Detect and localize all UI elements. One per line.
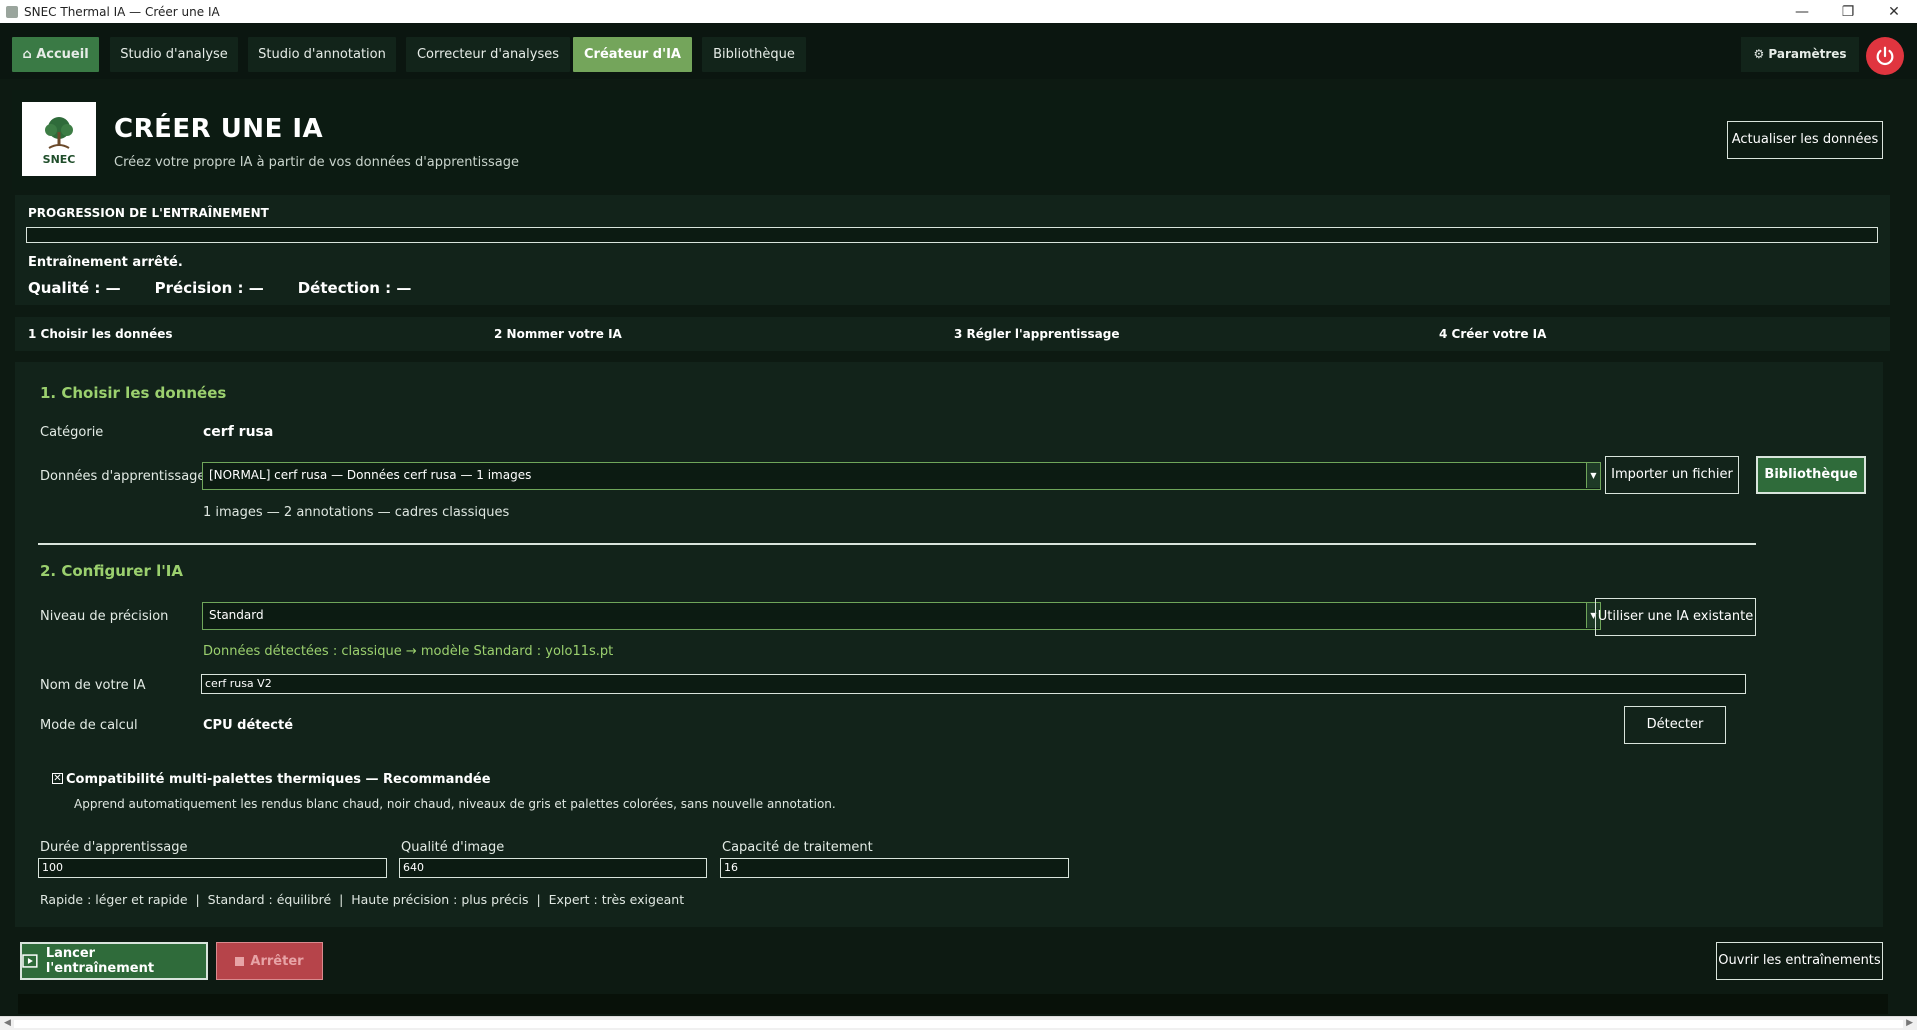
tab-analysis-corrector[interactable]: Correcteur d'analyses — [406, 37, 570, 72]
metric-quality: Qualité : — — [28, 279, 121, 297]
step-tune-training[interactable]: 3 Régler l'apprentissage — [954, 327, 1119, 341]
image-quality-label: Qualité d'image — [401, 840, 505, 855]
training-metrics: Qualité : — Précision : — Détection : — — [28, 279, 411, 297]
scrollbar-thumb[interactable] — [14, 1020, 1903, 1028]
close-icon[interactable]: ✕ — [1871, 4, 1917, 20]
refresh-data-button[interactable]: Actualiser les données — [1727, 121, 1883, 159]
window-titlebar: SNEC Thermal IA — Créer une IA — ❐ ✕ — [0, 0, 1917, 23]
progress-title: PROGRESSION DE L'ENTRAÎNEMENT — [28, 206, 269, 220]
metric-detection: Détection : — — [297, 279, 412, 297]
multipalette-label[interactable]: Compatibilité multi-palettes thermiques … — [66, 772, 491, 787]
app-icon — [6, 5, 18, 18]
bottom-strip — [18, 994, 1888, 1014]
duration-input[interactable]: 100 — [38, 858, 387, 878]
power-button[interactable] — [1866, 37, 1904, 75]
logo-text: SNEC — [42, 152, 76, 166]
stop-training-label: Arrêter — [250, 953, 304, 969]
training-data-label: Données d'apprentissage — [40, 469, 206, 484]
capacity-label: Capacité de traitement — [722, 840, 873, 855]
image-quality-input[interactable]: 640 — [399, 858, 707, 878]
play-icon — [22, 954, 38, 968]
gear-icon: ⚙ — [1753, 47, 1765, 61]
tab-library[interactable]: Bibliothèque — [702, 37, 806, 72]
training-progress-bar — [26, 227, 1878, 243]
training-status: Entraînement arrêté. — [28, 255, 183, 270]
horizontal-scrollbar[interactable]: ◀ ▶ — [0, 1016, 1917, 1030]
window-title: SNEC Thermal IA — Créer une IA — [24, 4, 220, 19]
snec-logo: SNEC — [22, 102, 96, 176]
settings-label: Paramètres — [1768, 47, 1847, 61]
home-icon: ⌂ — [22, 47, 32, 62]
metric-precision: Précision : — — [154, 279, 264, 297]
category-value: cerf rusa — [203, 424, 274, 440]
settings-button[interactable]: ⚙ Paramètres — [1741, 37, 1859, 72]
open-trainings-button[interactable]: Ouvrir les entraînements — [1716, 942, 1883, 980]
restore-icon[interactable]: ❐ — [1825, 4, 1871, 20]
multipalette-checkbox[interactable]: ✕ — [52, 773, 63, 784]
duration-label: Durée d'apprentissage — [40, 840, 188, 855]
wizard-steps: 1 Choisir les données 2 Nommer votre IA … — [15, 317, 1890, 351]
import-file-button[interactable]: Importer un fichier — [1605, 456, 1739, 494]
precision-level-selected: Standard — [209, 608, 264, 622]
step-name-ai[interactable]: 2 Nommer votre IA — [494, 327, 622, 341]
configuration-panel: 1. Choisir les données Catégorie cerf ru… — [15, 362, 1883, 927]
multipalette-description: Apprend automatiquement les rendus blanc… — [74, 797, 836, 811]
tab-home[interactable]: ⌂ Accueil — [12, 37, 99, 72]
tab-annotation-studio[interactable]: Studio d'annotation — [248, 37, 396, 72]
ai-name-label: Nom de votre IA — [40, 678, 146, 693]
training-progress-panel: PROGRESSION DE L'ENTRAÎNEMENT Entraîneme… — [15, 195, 1890, 305]
training-data-selected: [NORMAL] cerf rusa — Données cerf rusa —… — [209, 468, 532, 482]
tree-icon — [45, 116, 73, 149]
power-icon — [1876, 46, 1894, 66]
section-divider — [38, 543, 1756, 545]
precision-level-label: Niveau de précision — [40, 609, 169, 624]
scroll-right-icon[interactable]: ▶ — [1906, 1018, 1913, 1028]
page-subtitle: Créez votre propre IA à partir de vos do… — [114, 155, 520, 170]
capacity-input[interactable]: 16 — [720, 858, 1069, 878]
page-title: CRÉER UNE IA — [114, 114, 324, 144]
library-button[interactable]: Bibliothèque — [1756, 456, 1866, 494]
section-choose-data-title: 1. Choisir les données — [40, 384, 227, 402]
detect-button[interactable]: Détecter — [1624, 706, 1726, 744]
minimize-icon[interactable]: — — [1779, 4, 1825, 20]
tab-analysis-studio[interactable]: Studio d'analyse — [110, 37, 238, 72]
stop-icon — [235, 956, 245, 966]
chevron-down-icon[interactable]: ▼ — [1586, 463, 1600, 488]
tab-home-label: Accueil — [36, 47, 89, 62]
main-navbar: ⌂ Accueil Studio d'analyse Studio d'anno… — [0, 23, 1917, 79]
stop-training-button[interactable]: Arrêter — [216, 942, 323, 980]
ai-name-input[interactable]: cerf rusa V2 — [201, 674, 1746, 694]
step-choose-data[interactable]: 1 Choisir les données — [28, 327, 173, 341]
launch-training-label: Lancer l'entraînement — [45, 946, 155, 976]
section-configure-title: 2. Configurer l'IA — [40, 562, 183, 580]
presets-hint: Rapide : léger et rapide | Standard : éq… — [40, 892, 685, 907]
data-summary: 1 images — 2 annotations — cadres classi… — [203, 505, 510, 520]
precision-level-select[interactable]: Standard ▼ — [202, 602, 1601, 630]
compute-mode-label: Mode de calcul — [40, 718, 138, 733]
scroll-left-icon[interactable]: ◀ — [4, 1018, 11, 1028]
compute-mode-value: CPU détecté — [203, 718, 294, 733]
launch-training-button[interactable]: Lancer l'entraînement — [20, 942, 208, 980]
training-data-select[interactable]: [NORMAL] cerf rusa — Données cerf rusa —… — [202, 462, 1601, 490]
tab-ai-creator[interactable]: Créateur d'IA — [573, 37, 692, 72]
detected-model-info: Données détectées : classique → modèle S… — [203, 644, 614, 659]
use-existing-ai-button[interactable]: Utiliser une IA existante — [1595, 598, 1756, 636]
step-create-ai[interactable]: 4 Créer votre IA — [1439, 327, 1546, 341]
page-header: SNEC CRÉER UNE IA Créez votre propre IA … — [12, 90, 1890, 190]
category-label: Catégorie — [40, 425, 104, 440]
